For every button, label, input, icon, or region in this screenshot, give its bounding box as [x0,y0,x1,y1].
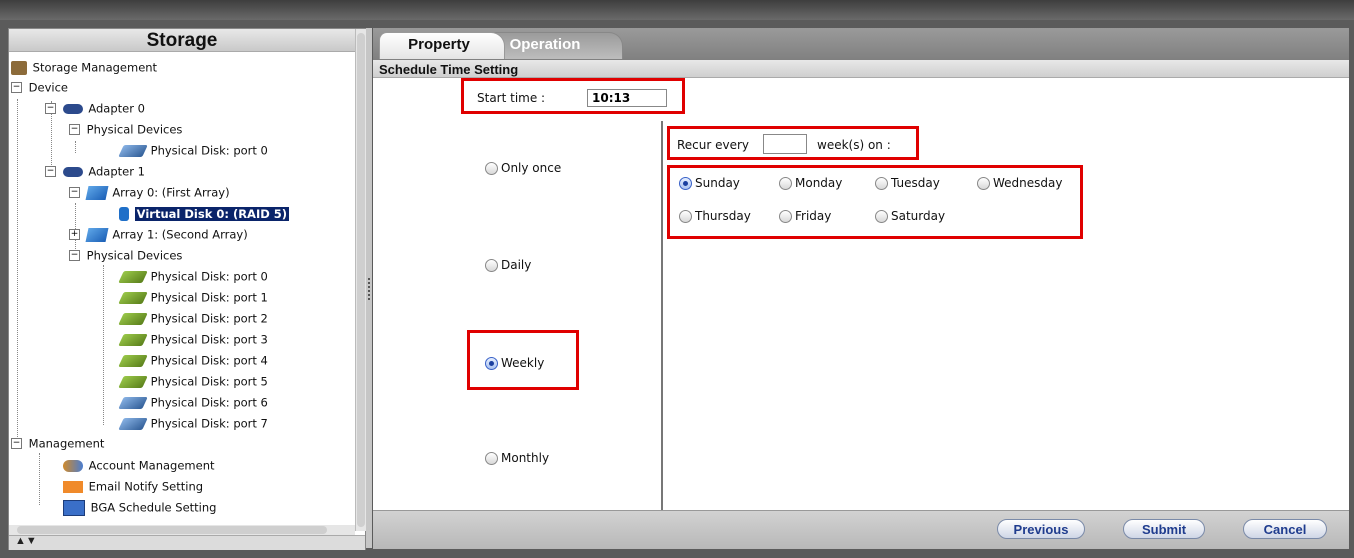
highlight-box [667,126,919,160]
vertical-scrollbar[interactable] [355,29,366,531]
email-icon [63,480,83,493]
tree-item-physical-disk[interactable]: Physical Disk: port 2 [118,308,268,328]
panel-title: Storage [9,29,355,52]
action-footer: Previous Submit Cancel [373,510,1349,549]
tree-item-physical-disk[interactable]: Physical Disk: port 7 [118,413,268,433]
storage-tree-panel: Storage Storage Management − Device − Ad… [8,28,366,550]
radio-only-once[interactable]: Only once [485,159,561,177]
highlight-box [467,330,579,390]
tab-property[interactable]: Property [379,32,505,59]
tree-connector [75,141,76,153]
tree-item-adapter-1[interactable]: − Adapter 1 [45,161,145,181]
tree-item-management[interactable]: − Management [11,433,104,453]
radio-button[interactable] [485,162,498,175]
collapse-toggle-icon[interactable]: − [45,103,56,114]
physical-disk-icon [118,144,148,157]
schedule-panel: Operation Property Schedule Time Setting… [373,28,1349,549]
tree-item-physical-devices[interactable]: − Physical Devices [69,245,182,265]
physical-disk-icon [118,270,148,283]
tree-item-adapter-0[interactable]: − Adapter 0 [45,98,145,118]
tree-item-physical-disk[interactable]: Physical Disk: port 4 [118,350,268,370]
tree-item-storage-management[interactable]: Storage Management [11,57,157,77]
tree-item-physical-disk[interactable]: Physical Disk: port 3 [118,329,268,349]
calendar-icon [63,499,85,516]
collapse-toggle-icon[interactable]: − [69,124,80,135]
tree-item-virtual-disk-0[interactable]: Virtual Disk 0: (RAID 5) [119,203,290,223]
collapse-toggle-icon[interactable]: − [69,250,80,261]
physical-disk-icon [118,333,148,346]
virtual-disk-icon [119,206,129,221]
panel-splitter[interactable] [366,28,372,548]
tree-connector [17,99,18,439]
splitter-grip-icon[interactable] [368,278,372,300]
tree-connector [39,453,40,505]
tree-connector [103,265,104,425]
collapse-toggle-icon[interactable]: − [11,82,22,93]
tab-bar: Operation Property [373,28,1349,60]
physical-disk-icon [118,291,148,304]
tree-item-physical-disk[interactable]: Physical Disk: port 6 [118,392,268,412]
tree-item-account-management[interactable]: Account Management [63,455,215,475]
tree-item-physical-devices[interactable]: − Physical Devices [69,119,182,139]
tree-item-email-notify[interactable]: Email Notify Setting [63,476,203,496]
tree-item-physical-disk[interactable]: Physical Disk: port 0 [118,266,268,286]
physical-disk-icon [118,417,148,430]
tree-item-device[interactable]: − Device [11,77,68,97]
vertical-divider [661,121,663,531]
array-icon [85,227,109,242]
storage-management-icon [11,60,27,75]
physical-disk-icon [118,375,148,388]
previous-button[interactable]: Previous [997,519,1085,539]
radio-monthly[interactable]: Monthly [485,449,549,467]
tree-item-bga-schedule[interactable]: BGA Schedule Setting [63,497,216,517]
lacie-adapter-icon [62,103,83,114]
radio-daily[interactable]: Daily [485,256,531,274]
tree-item-array-1[interactable]: + Array 1: (Second Array) [69,224,248,244]
tree-item-physical-disk[interactable]: Physical Disk: port 0 [118,140,268,160]
scrollbar-thumb[interactable] [17,526,327,534]
scrollbar-thumb[interactable] [357,33,365,527]
collapse-arrows-icon[interactable]: ▲▼ [15,535,37,547]
expand-toggle-icon[interactable]: + [69,229,80,240]
horizontal-scrollbar[interactable] [9,525,355,535]
physical-disk-icon [118,312,148,325]
app-frame: Storage Storage Management − Device − Ad… [0,0,1354,558]
collapse-toggle-icon[interactable]: − [69,187,80,198]
tree-item-physical-disk[interactable]: Physical Disk: port 5 [118,371,268,391]
tree-item-array-0[interactable]: − Array 0: (First Array) [69,182,230,202]
highlight-box [667,165,1083,239]
lacie-adapter-icon [62,166,83,177]
panel-bottom-bar: ▲▼ [9,535,365,550]
radio-button[interactable] [485,452,498,465]
tree-item-physical-disk[interactable]: Physical Disk: port 1 [118,287,268,307]
section-title: Schedule Time Setting [373,60,1349,78]
physical-disk-icon [118,354,148,367]
cancel-button[interactable]: Cancel [1243,519,1327,539]
collapse-toggle-icon[interactable]: − [11,438,22,449]
collapse-toggle-icon[interactable]: − [45,166,56,177]
submit-button[interactable]: Submit [1123,519,1205,539]
account-icon [63,459,83,472]
window-top-bar [0,0,1354,20]
array-icon [85,185,109,200]
physical-disk-icon [118,396,148,409]
highlight-box [461,78,685,114]
radio-button[interactable] [485,259,498,272]
